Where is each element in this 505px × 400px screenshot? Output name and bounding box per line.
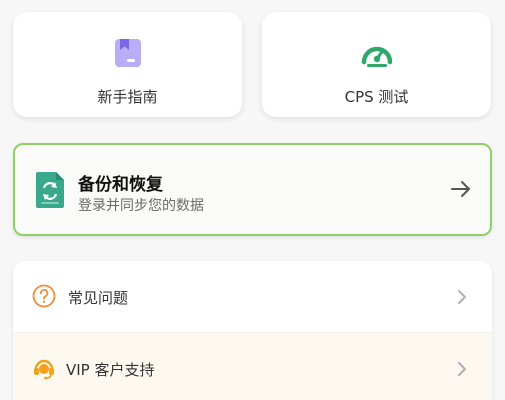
list-item-vip-support[interactable]: VIP 客户支持 [13,333,492,400]
beginner-guide-tile[interactable]: 新手指南 [13,12,242,117]
chevron-right-icon [458,290,466,304]
backup-restore-file-icon [36,172,64,208]
cps-test-label: CPS 测试 [344,88,409,106]
speedometer-icon [361,46,392,67]
faq-label: 常见问题 [68,289,129,307]
question-circle-icon [32,284,56,308]
backup-restore-card[interactable]: 备份和恢复 登录并同步您的数据 [13,143,492,236]
vip-support-label: VIP 客户支持 [66,361,155,379]
settings-screen: 新手指南 CPS 测试 备份和恢复 登录并同步您的数据 常见问题 VIP 客户支… [0,0,505,400]
backup-subtitle: 登录并同步您的数据 [78,198,204,214]
chevron-right-icon [458,362,466,376]
headset-support-icon [34,359,54,380]
backup-title: 备份和恢复 [78,175,163,195]
beginner-guide-label: 新手指南 [97,88,158,106]
list-item-faq[interactable]: 常见问题 [13,261,492,333]
help-list: 常见问题 VIP 客户支持 [13,261,492,400]
cps-test-tile[interactable]: CPS 测试 [262,12,491,117]
arrow-right-icon [451,181,470,197]
guide-book-icon [114,39,141,67]
